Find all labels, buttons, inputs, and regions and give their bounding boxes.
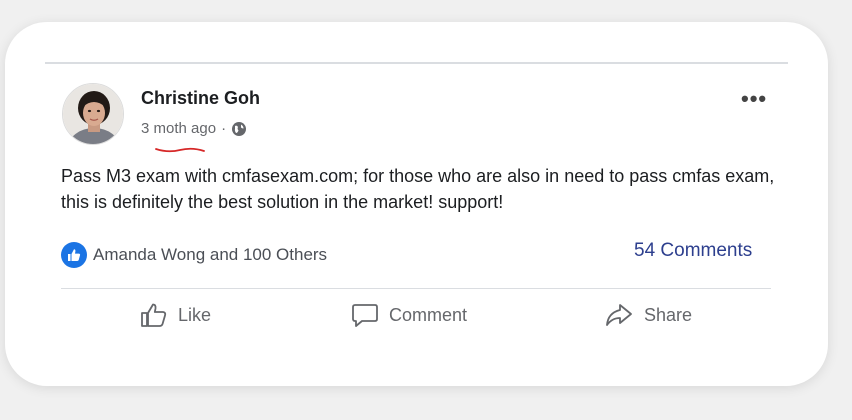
globe-icon xyxy=(232,121,247,136)
comments-count-link[interactable]: 54 Comments xyxy=(634,240,752,262)
share-arrow-icon xyxy=(606,304,632,326)
share-button[interactable]: Share xyxy=(604,302,692,328)
avatar[interactable] xyxy=(62,83,124,145)
post-card: Christine Goh 3 moth ago · ••• Pass M3 e… xyxy=(5,22,828,386)
thumbs-up-icon xyxy=(141,303,167,327)
post-meta: 3 moth ago · xyxy=(141,120,247,137)
like-badge-icon xyxy=(61,242,87,268)
reactions-label: Amanda Wong and 100 Others xyxy=(93,245,328,264)
reactions-summary[interactable]: Amanda Wong and 100 Others xyxy=(61,242,327,268)
share-label: Share xyxy=(644,304,693,325)
like-label: Like xyxy=(178,304,212,325)
post-text: Pass M3 exam with cmfasexam.com; for tho… xyxy=(61,166,775,212)
author-name[interactable]: Christine Goh xyxy=(141,88,260,109)
post-timestamp[interactable]: 3 moth ago xyxy=(141,120,216,137)
more-options-button[interactable]: ••• xyxy=(741,86,767,112)
comment-bubble-icon xyxy=(352,304,378,327)
divider xyxy=(61,288,771,289)
divider xyxy=(45,62,788,64)
comment-button[interactable]: Comment xyxy=(351,302,467,328)
like-button[interactable]: Like xyxy=(140,302,211,328)
red-underline-annotation xyxy=(155,147,205,153)
meta-separator: · xyxy=(221,120,227,137)
comment-label: Comment xyxy=(389,304,468,325)
avatar-photo xyxy=(63,84,123,144)
